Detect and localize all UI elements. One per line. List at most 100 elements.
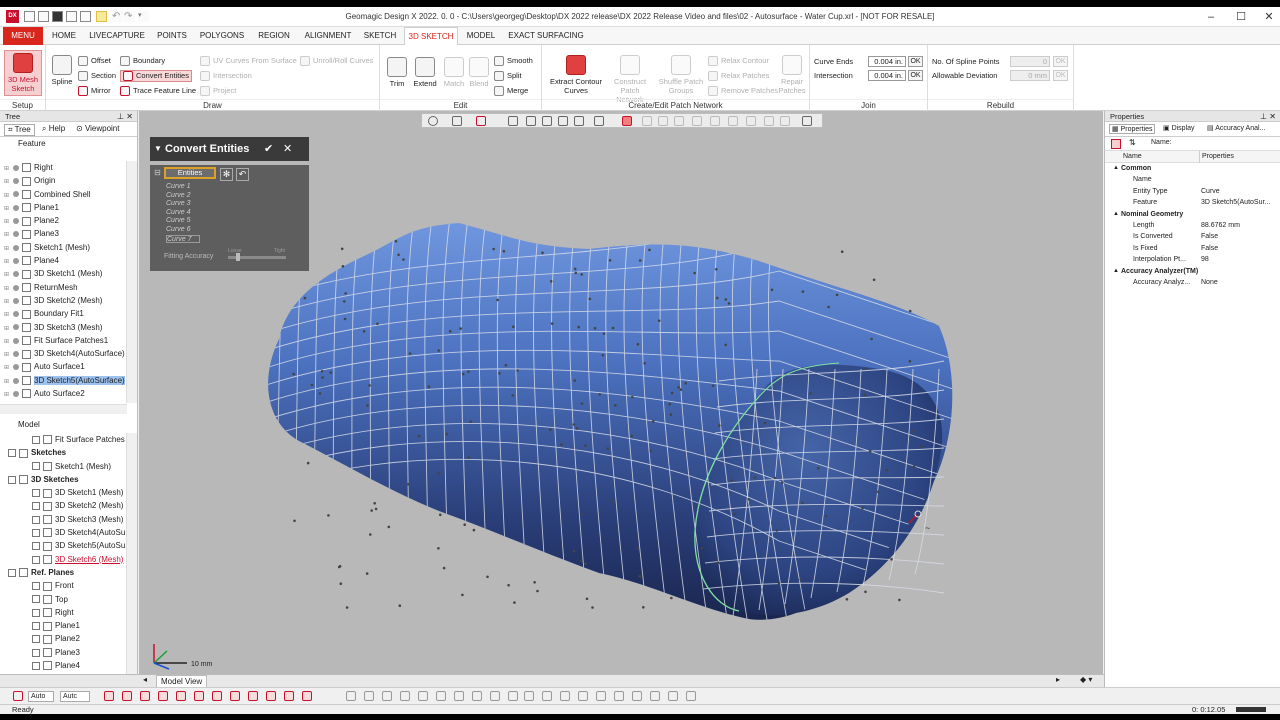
visibility-icon[interactable] — [13, 390, 19, 397]
categorized-icon[interactable] — [1111, 139, 1121, 149]
category-collapse-icon[interactable]: ▲ — [1113, 209, 1119, 220]
visibility-icon[interactable] — [13, 218, 19, 225]
property-row[interactable]: Is Fixed False — [1105, 243, 1280, 254]
selection-filter-icon[interactable] — [560, 691, 570, 701]
feature-tree-item[interactable]: ⊞ Sketch1 (Mesh) — [0, 241, 125, 254]
checkbox-icon[interactable] — [32, 595, 40, 604]
feature-tree-item[interactable]: ⊞ 3D Sketch1 (Mesh) — [0, 267, 125, 280]
tab-3d-sketch[interactable]: 3D SKETCH — [404, 27, 458, 46]
model-tree-item[interactable]: Sketch1 (Mesh) — [0, 460, 125, 473]
auto-select-1[interactable]: Auto — [28, 691, 54, 702]
auto-select-2[interactable]: Autc — [60, 691, 90, 702]
feature-tree-item[interactable]: ⊞ Plane1 — [0, 201, 125, 214]
feature-tree-item[interactable]: ⊞ Auto Surface1 — [0, 360, 125, 373]
sort-az-icon[interactable]: ⇅ — [1129, 138, 1136, 147]
selection-filter-icon[interactable] — [284, 691, 294, 701]
selection-filter-icon[interactable] — [266, 691, 276, 701]
tab-exact-surfacing[interactable]: EXACT SURFACING — [508, 27, 584, 45]
feature-tree-item[interactable]: ⊞ 3D Sketch5(AutoSurface) — [0, 374, 125, 387]
feature-tree-hscrollbar[interactable] — [0, 404, 127, 414]
checkbox-icon[interactable] — [32, 622, 40, 631]
relax-contour-button[interactable]: Relax Contour — [708, 56, 769, 67]
selection-filter-icon[interactable] — [364, 691, 374, 701]
model-tree-item[interactable]: Plane3 — [0, 646, 125, 659]
minimize-icon[interactable]: – — [1196, 9, 1226, 25]
split-button[interactable]: Split — [494, 71, 522, 82]
property-row[interactable]: Is Converted False — [1105, 231, 1280, 242]
selection-filter-icon[interactable] — [490, 691, 500, 701]
subtab-viewpoint[interactable]: ⊙ Viewpoint — [76, 124, 119, 133]
selection-filter-icon[interactable] — [346, 691, 356, 701]
extract-contour-curves-button[interactable]: Extract Contour Curves — [546, 55, 606, 95]
tab-region[interactable]: REGION — [252, 27, 296, 45]
relax-patches-button[interactable]: Relax Patches — [708, 71, 769, 82]
selection-filter-icon[interactable] — [596, 691, 606, 701]
redo-icon[interactable]: ↷ — [124, 11, 135, 22]
app-logo-icon[interactable]: DX — [6, 10, 19, 23]
model-tree-item[interactable]: Front — [0, 579, 125, 592]
expand-icon[interactable]: ⊞ — [4, 389, 10, 402]
model-tree-item[interactable]: 3D Sketch3 (Mesh) — [0, 513, 125, 526]
property-row[interactable]: Interpolation Pt... 98 — [1105, 254, 1280, 265]
visibility-icon[interactable] — [13, 311, 19, 318]
intersection-button[interactable]: Intersection — [200, 71, 252, 82]
property-row[interactable]: Entity Type Curve — [1105, 186, 1280, 197]
entity-options-icon[interactable]: ✻ — [220, 168, 233, 181]
property-row[interactable]: Feature 3D Sketch5(AutoSur... — [1105, 197, 1280, 208]
feature-tree-item[interactable]: ⊞ Combined Shell — [0, 188, 125, 201]
category-collapse-icon[interactable]: ▲ — [1113, 266, 1119, 277]
feature-tree-item[interactable]: ⊞ Plane2 — [0, 214, 125, 227]
tab-livecapture[interactable]: LIVECAPTURE — [88, 27, 146, 45]
undo-icon[interactable]: ↶ — [112, 11, 123, 22]
visibility-icon[interactable] — [13, 204, 19, 211]
property-category[interactable]: ▲ Accuracy Analyzer(TM) — [1105, 266, 1280, 277]
project-button[interactable]: Project — [200, 86, 236, 97]
selection-filter-icon[interactable] — [122, 691, 132, 701]
curve-list-item[interactable]: Curve 5 — [166, 217, 246, 226]
visibility-icon[interactable] — [13, 164, 19, 171]
curve-list-item[interactable]: Curve 4 — [166, 209, 246, 218]
remove-patches-button[interactable]: Remove Patches — [708, 86, 778, 97]
selection-filter-icon[interactable] — [686, 691, 696, 701]
visibility-icon[interactable] — [13, 271, 19, 278]
visibility-icon[interactable] — [13, 284, 19, 291]
subtab-display[interactable]: ▣ Display — [1163, 124, 1195, 132]
selection-filter-icon[interactable] — [436, 691, 446, 701]
property-row[interactable]: Name — [1105, 174, 1280, 185]
visibility-icon[interactable] — [13, 244, 19, 251]
property-category[interactable]: ▲ Nominal Geometry — [1105, 209, 1280, 220]
entity-reset-icon[interactable]: ↶ — [236, 168, 249, 181]
tab-home[interactable]: HOME — [46, 27, 82, 45]
model-tree-item[interactable]: Plane1 — [0, 619, 125, 632]
open-file-icon[interactable] — [38, 11, 49, 22]
feature-tree-item[interactable]: ⊞ 3D Sketch4(AutoSurface) — [0, 347, 125, 360]
cancel-x-icon[interactable]: ✕ — [283, 137, 292, 161]
trace-feature-line-button[interactable]: Trace Feature Line — [120, 86, 196, 97]
convert-entities-button[interactable]: Convert Entities — [120, 70, 192, 83]
tab-sketch[interactable]: SKETCH — [360, 27, 400, 45]
visibility-icon[interactable] — [13, 178, 19, 185]
property-row[interactable]: Accuracy Analyz... None — [1105, 277, 1280, 288]
visibility-icon[interactable] — [13, 257, 19, 264]
section-collapse-icon[interactable]: ⊟ — [154, 168, 161, 177]
checkbox-icon[interactable] — [32, 528, 40, 537]
entities-field[interactable]: Entities — [164, 167, 216, 179]
save-icon[interactable] — [52, 11, 63, 22]
3d-mesh-sketch-button[interactable]: 3D Mesh Sketch — [4, 50, 42, 96]
tab-alignment[interactable]: ALIGNMENT — [302, 27, 354, 45]
intersection-ok-button[interactable]: OK — [908, 70, 923, 81]
checkbox-icon[interactable] — [32, 635, 40, 644]
spline-points-ok-button[interactable]: OK — [1053, 56, 1068, 67]
selection-filter-icon[interactable] — [614, 691, 624, 701]
visibility-icon[interactable] — [13, 231, 19, 238]
maximize-icon[interactable]: ☐ — [1226, 9, 1256, 25]
tab-points[interactable]: POINTS — [152, 27, 192, 45]
visibility-icon[interactable] — [13, 297, 19, 304]
merge-button[interactable]: Merge — [494, 86, 528, 97]
selection-filter-icon[interactable] — [13, 691, 23, 701]
model-tree-item[interactable]: Sketches — [0, 446, 125, 459]
intersection-input[interactable]: 0.004 in. — [868, 70, 906, 81]
tab-polygons[interactable]: POLYGONS — [198, 27, 246, 45]
spline-points-input[interactable]: 0 — [1010, 56, 1050, 67]
model-tree-item[interactable]: Plane2 — [0, 632, 125, 645]
